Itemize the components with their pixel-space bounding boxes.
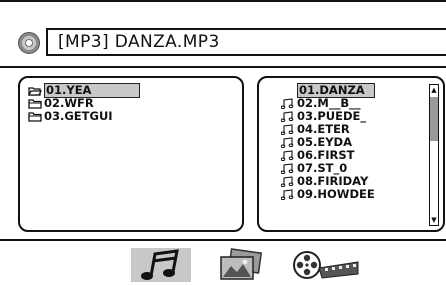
now-playing-title: [MP3] DANZA.MP3	[58, 32, 220, 52]
music-icon	[141, 249, 179, 280]
music-note-icon	[281, 176, 294, 187]
video-tab[interactable]	[292, 248, 362, 282]
music-note-icon	[281, 137, 294, 148]
photo-icon	[220, 248, 263, 280]
divider-top	[0, 66, 446, 68]
now-playing-box: [MP3] DANZA.MP3	[46, 28, 446, 56]
music-note-icon	[281, 150, 294, 161]
folder-row[interactable]: 03.GETGUI	[28, 110, 113, 123]
divider-bottom	[0, 239, 446, 241]
scroll-down-arrow-icon[interactable]: ▼	[430, 215, 438, 225]
file-row[interactable]: 09.HOWDEE	[281, 188, 375, 201]
music-note-icon	[281, 98, 294, 109]
music-note-icon	[281, 111, 294, 122]
file-label: 09.HOWDEE	[297, 187, 375, 201]
folder-icon	[28, 98, 42, 109]
scroll-up-arrow-icon[interactable]: ▲	[430, 85, 438, 95]
scroll-thumb[interactable]	[430, 97, 438, 141]
folder-icon	[28, 111, 42, 122]
folder-label: 03.GETGUI	[44, 109, 113, 123]
dvd-file-browser: [MP3] DANZA.MP3 01.YEA 02.WFR 03.GETGUI	[0, 0, 446, 284]
photo-tab[interactable]	[218, 248, 264, 282]
music-note-icon	[281, 163, 294, 174]
open-folder-icon	[28, 86, 42, 96]
film-reel-icon	[293, 251, 359, 279]
file-list-scrollbar[interactable]: ▲ ▼	[429, 84, 439, 226]
title-bar: [MP3] DANZA.MP3	[18, 28, 446, 58]
folder-list-panel: 01.YEA 02.WFR 03.GETGUI	[18, 76, 244, 232]
music-tab[interactable]	[131, 248, 191, 282]
file-list-panel: 01.DANZA 02.M__B__ 03.PUEDE_ 04.ETER 05.…	[257, 76, 445, 232]
disc-icon	[18, 32, 40, 54]
music-note-icon	[281, 189, 294, 200]
music-note-icon	[281, 124, 294, 135]
